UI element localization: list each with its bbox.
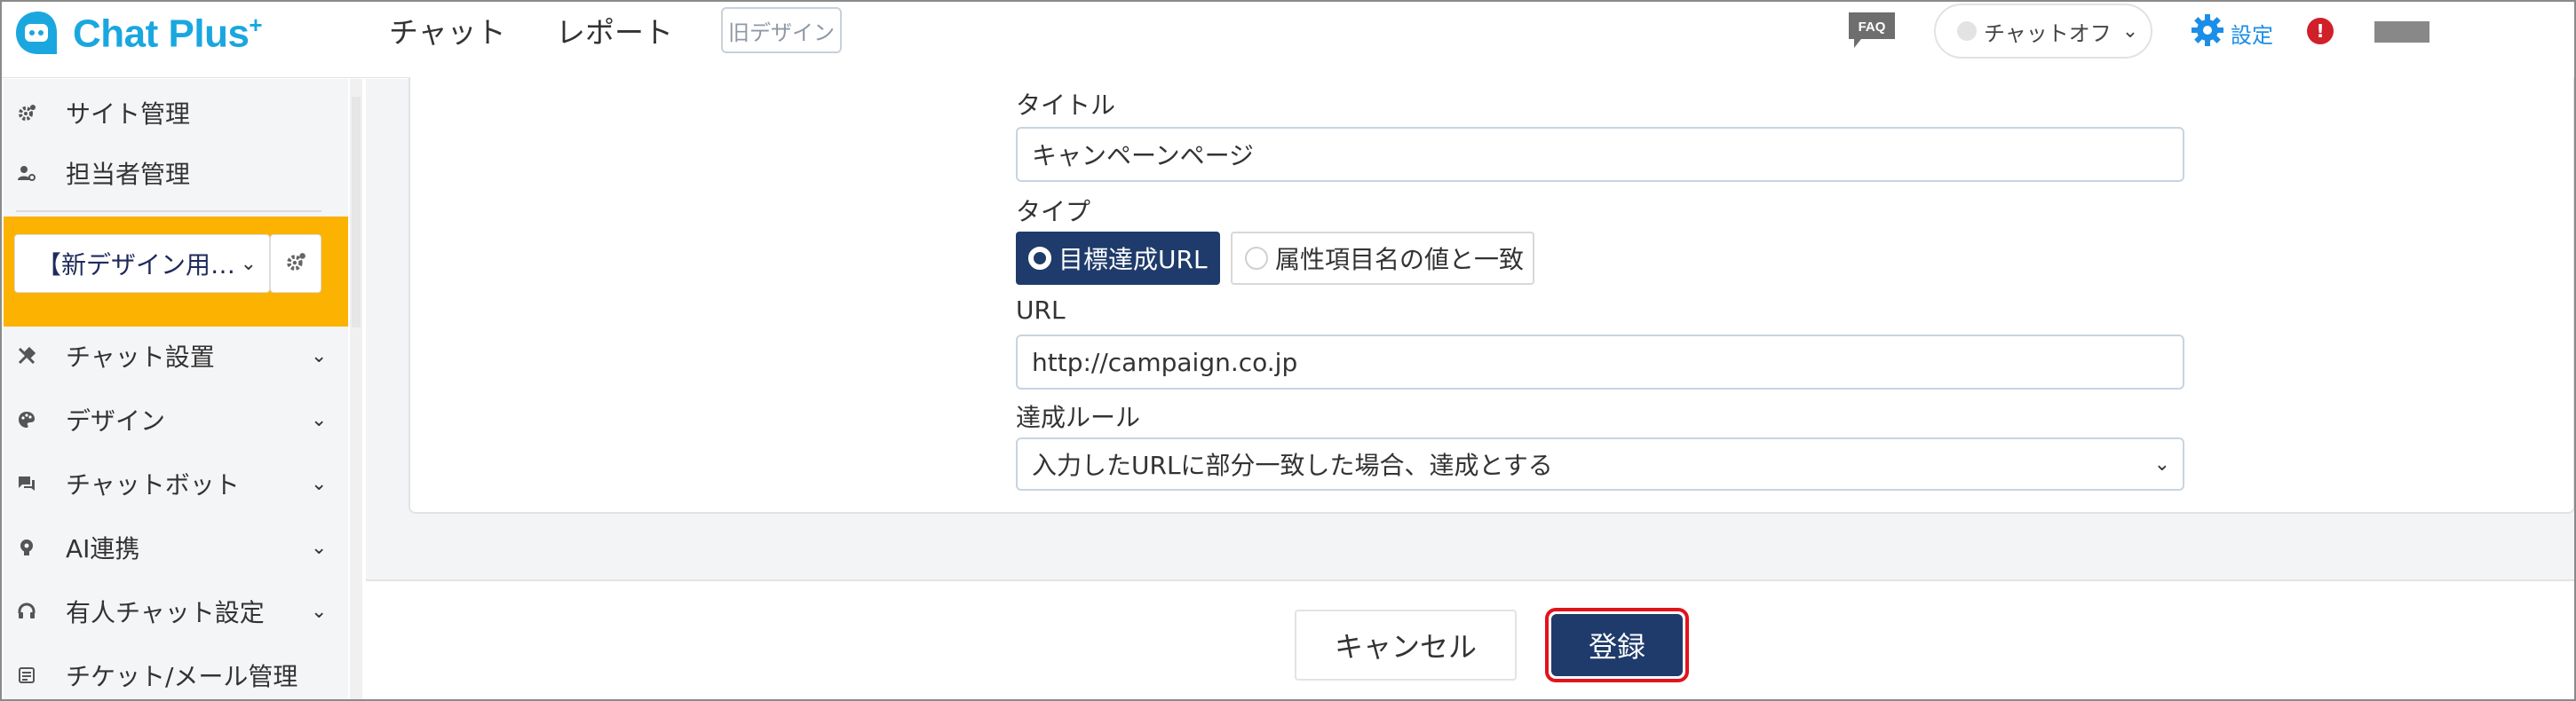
form-card: タイトル キャンペーンページ タイプ 目標達成URL 属性項目名の値と一致 UR… xyxy=(408,77,2574,514)
scrollbar-thumb[interactable] xyxy=(352,97,361,327)
old-design-button[interactable]: 旧デザイン xyxy=(721,7,842,53)
site-settings-button[interactable] xyxy=(270,234,321,293)
type-option-goal-url[interactable]: 目標達成URL xyxy=(1016,232,1220,285)
sidebar-item-label: デザイン xyxy=(66,406,166,436)
sidebar-item-label: 有人チャット設定 xyxy=(66,598,265,627)
chevron-down-icon: ⌄ xyxy=(311,408,328,431)
settings-link[interactable]: 設定 xyxy=(2190,12,2273,53)
sidebar-scrollbar[interactable] xyxy=(350,79,362,699)
sidebar-item-label: サイト管理 xyxy=(66,99,191,129)
headset-icon xyxy=(16,601,37,622)
radio-checked-icon xyxy=(1028,247,1051,270)
sidebar-item-label: 担当者管理 xyxy=(66,160,191,189)
gear-icon xyxy=(16,102,37,123)
type-label: タイプ xyxy=(1016,197,1091,226)
sidebar-item-label: AI連携 xyxy=(66,534,140,563)
gear-icon xyxy=(2190,12,2225,53)
type-option-label: 属性項目名の値と一致 xyxy=(1275,245,1525,274)
sidebar-item-label: チケット/メール管理 xyxy=(66,662,298,691)
chat-status-dropdown[interactable]: チャットオフ ⌄ xyxy=(1934,4,2152,59)
register-button-highlight: 登録 xyxy=(1545,608,1689,682)
radio-unchecked-icon xyxy=(1245,247,1268,270)
nav-chat[interactable]: チャット xyxy=(389,9,506,51)
rule-label: 達成ルール xyxy=(1016,403,1141,432)
url-input-value: http://campaign.co.jp xyxy=(1032,347,1298,377)
sidebar-item-label: チャット設置 xyxy=(66,343,215,372)
faq-icon[interactable]: FAQ xyxy=(1847,11,1897,50)
url-input[interactable]: http://campaign.co.jp xyxy=(1016,335,2184,390)
sidebar-item-design[interactable]: デザイン ⌄ xyxy=(4,393,348,446)
list-icon xyxy=(16,665,37,686)
form-footer: キャンセル 登録 xyxy=(366,579,2574,699)
url-label: URL xyxy=(1016,295,1066,325)
sidebar-divider xyxy=(16,210,321,212)
user-gear-icon xyxy=(16,162,37,184)
sidebar-item-manned-chat[interactable]: 有人チャット設定 ⌄ xyxy=(4,585,348,638)
chevron-down-icon: ⌄ xyxy=(311,344,328,367)
user-menu[interactable] xyxy=(2374,21,2429,43)
chat-bubbles-icon xyxy=(16,473,37,494)
chevron-down-icon: ⌄ xyxy=(240,252,257,275)
sidebar-item-chatbot[interactable]: チャットボット ⌄ xyxy=(4,457,348,510)
sidebar-item-label: チャットボット xyxy=(66,470,240,500)
type-option-label: 目標達成URL xyxy=(1058,245,1208,274)
sidebar-item-staff-management[interactable]: 担当者管理 xyxy=(4,146,348,200)
sidebar-item-ai[interactable]: AI連携 ⌄ xyxy=(4,521,348,574)
sidebar: サイト管理 担当者管理 【新デザイン用… ⌄ チャット設置 ⌄ デザイン ⌄ チ… xyxy=(4,79,348,699)
rule-select-value: 入力したURLに部分一致した場合、達成とする xyxy=(1032,451,1553,480)
logo[interactable]: Chat Plus+ xyxy=(12,7,263,60)
palette-icon xyxy=(16,409,37,430)
site-select-value: 【新デザイン用… xyxy=(36,250,236,280)
title-input-value: キャンペーンページ xyxy=(1032,141,1255,170)
settings-label: 設定 xyxy=(2231,22,2273,48)
title-label: タイトル xyxy=(1016,91,1116,120)
status-dot-icon xyxy=(1957,21,1977,41)
site-select-panel: 【新デザイン用… ⌄ xyxy=(4,217,348,327)
site-select-dropdown[interactable]: 【新デザイン用… ⌄ xyxy=(14,234,270,293)
sidebar-item-chat-install[interactable]: チャット設置 ⌄ xyxy=(4,329,348,382)
cancel-button[interactable]: キャンセル xyxy=(1295,610,1517,681)
sidebar-item-ticket-mail[interactable]: チケット/メール管理 xyxy=(4,649,348,699)
chat-status-label: チャットオフ xyxy=(1984,20,2112,46)
faq-label: FAQ xyxy=(1859,20,1886,35)
main-content: タイトル キャンペーンページ タイプ 目標達成URL 属性項目名の値と一致 UR… xyxy=(366,77,2574,699)
rule-select[interactable]: 入力したURLに部分一致した場合、達成とする ⌄ xyxy=(1016,437,2184,491)
chevron-down-icon: ⌄ xyxy=(311,600,328,623)
app-window: Chat Plus+ チャット レポート 旧デザイン FAQ チャットオフ ⌄ xyxy=(0,0,2576,701)
chevron-down-icon: ⌄ xyxy=(311,472,328,495)
nav-report[interactable]: レポート xyxy=(556,9,673,51)
gear-icon xyxy=(285,251,306,276)
chevron-down-icon: ⌄ xyxy=(2121,20,2139,43)
logo-text: Chat Plus+ xyxy=(73,11,263,56)
chat-plus-logo-icon xyxy=(12,8,64,59)
chevron-down-icon: ⌄ xyxy=(2153,453,2170,476)
top-header: Chat Plus+ チャット レポート 旧デザイン FAQ チャットオフ ⌄ xyxy=(2,2,2574,78)
chevron-down-icon: ⌄ xyxy=(311,536,328,559)
tools-icon xyxy=(16,345,37,366)
type-option-attribute-match[interactable]: 属性項目名の値と一致 xyxy=(1231,232,1534,285)
sidebar-item-site-management[interactable]: サイト管理 xyxy=(4,86,348,139)
register-button[interactable]: 登録 xyxy=(1551,614,1683,676)
alert-icon[interactable]: ! xyxy=(2307,18,2334,44)
ai-bulb-icon xyxy=(16,537,37,558)
title-input[interactable]: キャンペーンページ xyxy=(1016,127,2184,182)
